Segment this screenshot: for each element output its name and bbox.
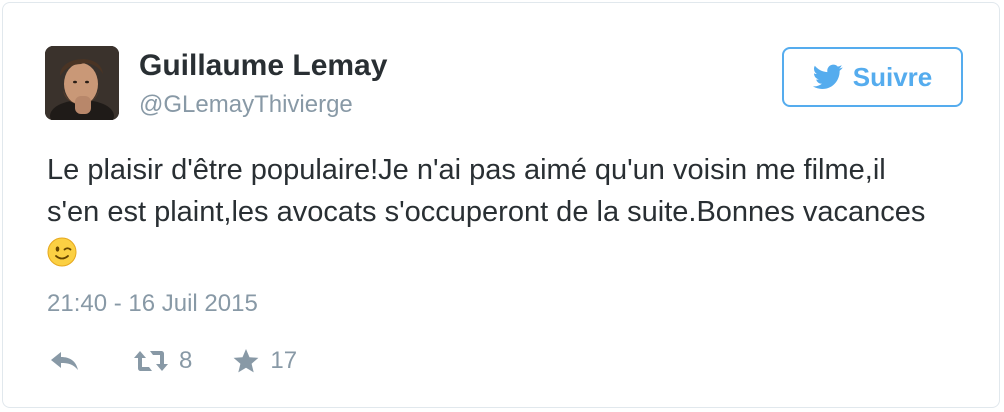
reply-button[interactable] xyxy=(49,349,81,373)
follow-label: Suivre xyxy=(852,61,933,92)
retweet-count: 8 xyxy=(179,347,193,374)
twitter-bird-icon xyxy=(812,64,843,89)
tweet-text-body: Le plaisir d'être populaire!Je n'ai pas … xyxy=(47,154,926,228)
avatar-image xyxy=(45,46,119,120)
star-icon xyxy=(233,349,259,373)
retweet-button[interactable]: 8 xyxy=(133,347,192,375)
retweet-icon xyxy=(134,351,168,371)
tweet-text: Le plaisir d'être populaire!Je n'ai pas … xyxy=(47,149,927,275)
tweet-card: Guillaume Lemay @GLemayThivierge Suivre … xyxy=(2,2,1000,408)
tweet-actions: 8 17 xyxy=(49,343,297,379)
author-handle[interactable]: @GLemayThivierge xyxy=(139,91,353,119)
reply-icon xyxy=(51,352,78,370)
favorite-button[interactable]: 17 xyxy=(232,347,297,375)
author-name[interactable]: Guillaume Lemay xyxy=(139,49,387,83)
tweet-timestamp[interactable]: 21:40 - 16 Juil 2015 xyxy=(47,290,258,318)
follow-button[interactable]: Suivre xyxy=(782,47,963,107)
avatar[interactable] xyxy=(45,46,119,120)
favorite-count: 17 xyxy=(270,347,298,374)
winking-face-emoji-icon xyxy=(47,237,77,267)
